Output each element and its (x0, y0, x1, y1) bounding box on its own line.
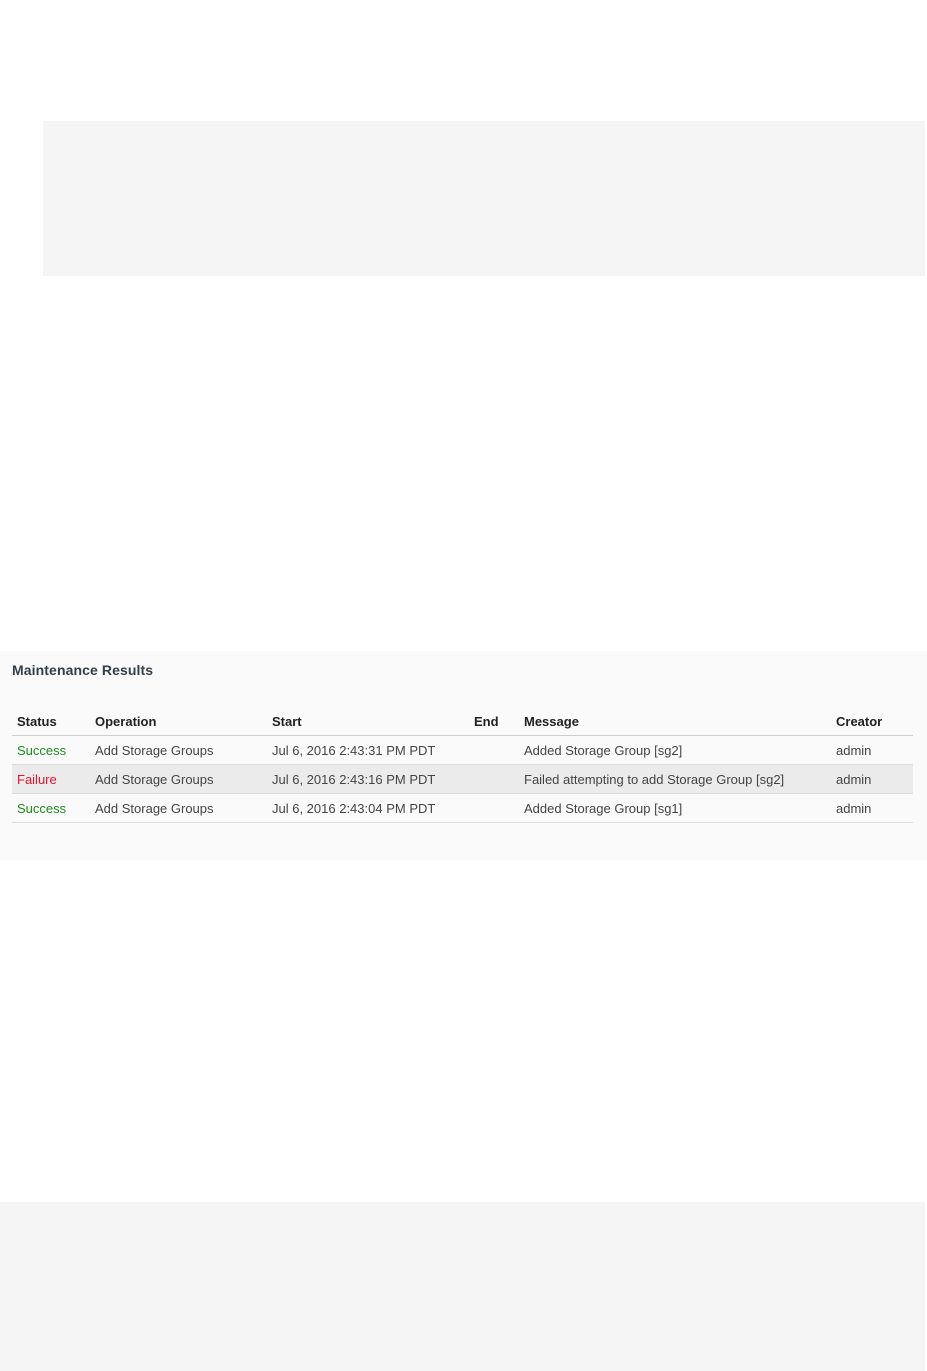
end-cell (469, 735, 519, 765)
message-cell: Failed attempting to add Storage Group [… (519, 764, 831, 794)
table-header-row: Status Operation Start End Message Creat… (12, 708, 913, 736)
column-header-message[interactable]: Message (519, 708, 831, 736)
end-cell (469, 764, 519, 794)
column-header-start[interactable]: Start (267, 708, 469, 736)
table-row[interactable]: Success Add Storage Groups Jul 6, 2016 2… (12, 735, 913, 765)
table-row[interactable]: Success Add Storage Groups Jul 6, 2016 2… (12, 793, 913, 823)
column-header-end[interactable]: End (469, 708, 519, 736)
table-row[interactable]: Failure Add Storage Groups Jul 6, 2016 2… (12, 764, 913, 794)
content-placeholder-top (43, 121, 925, 276)
creator-cell: admin (831, 735, 913, 765)
column-header-operation[interactable]: Operation (90, 708, 267, 736)
operation-cell: Add Storage Groups (90, 793, 267, 823)
status-cell: Success (12, 735, 90, 765)
operation-cell: Add Storage Groups (90, 735, 267, 765)
creator-cell: admin (831, 793, 913, 823)
creator-cell: admin (831, 764, 913, 794)
maintenance-results-table: Status Operation Start End Message Creat… (12, 708, 913, 823)
column-header-status[interactable]: Status (12, 708, 90, 736)
status-cell: Success (12, 793, 90, 823)
start-cell: Jul 6, 2016 2:43:16 PM PDT (267, 764, 469, 794)
panel-title: Maintenance Results (12, 662, 154, 678)
end-cell (469, 793, 519, 823)
status-cell: Failure (12, 764, 90, 794)
operation-cell: Add Storage Groups (90, 764, 267, 794)
content-placeholder-bottom (0, 1202, 925, 1371)
column-header-creator[interactable]: Creator (831, 708, 913, 736)
start-cell: Jul 6, 2016 2:43:04 PM PDT (267, 793, 469, 823)
start-cell: Jul 6, 2016 2:43:31 PM PDT (267, 735, 469, 765)
message-cell: Added Storage Group [sg2] (519, 735, 831, 765)
message-cell: Added Storage Group [sg1] (519, 793, 831, 823)
